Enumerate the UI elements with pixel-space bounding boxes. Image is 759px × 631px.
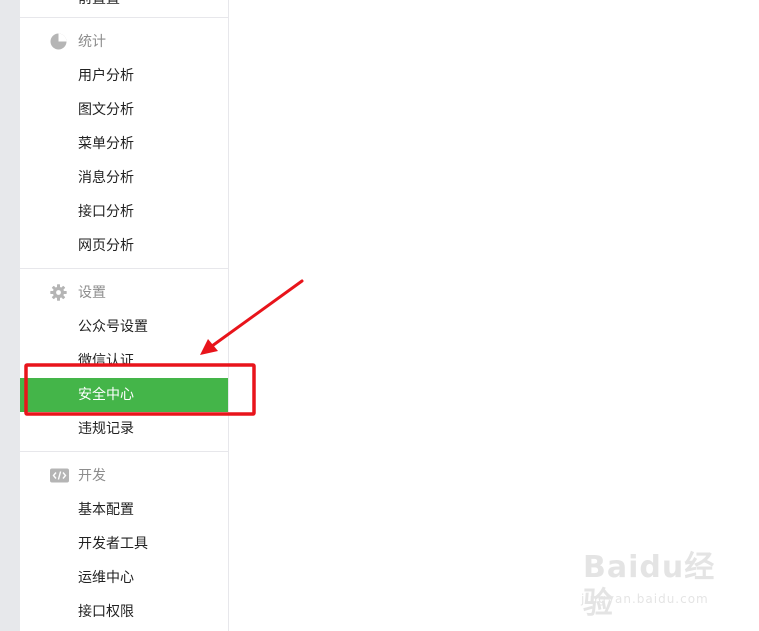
- sidebar-item-wechat-verification[interactable]: 微信认证: [20, 344, 228, 378]
- section-header-develop: 开发: [20, 459, 228, 493]
- sidebar-item-violation-records[interactable]: 违规记录: [20, 412, 228, 446]
- sidebar-item-cut-off[interactable]: 前置置: [78, 0, 120, 9]
- section-title-develop: 开发: [78, 468, 106, 484]
- sidebar-item-api-analysis[interactable]: 接口分析: [20, 195, 228, 229]
- section-header-settings: 设置: [20, 276, 228, 310]
- sidebar-item-api-permissions[interactable]: 接口权限: [20, 595, 228, 629]
- sidebar-item-webpage-analysis[interactable]: 网页分析: [20, 229, 228, 263]
- watermark-url: jingyan.baidu.com: [581, 592, 709, 606]
- section-title-settings: 设置: [78, 285, 106, 301]
- baidu-watermark: Baidu经验 jingyan.baidu.com: [575, 548, 725, 621]
- gear-icon: [50, 284, 67, 301]
- sidebar-item-basic-config[interactable]: 基本配置: [20, 493, 228, 527]
- sidebar-item-ops-center[interactable]: 运维中心: [20, 561, 228, 595]
- sidebar-item-developer-tools[interactable]: 开发者工具: [20, 527, 228, 561]
- section-divider: [20, 268, 228, 269]
- watermark-brand: Baidu经验: [583, 550, 716, 621]
- sidebar-item-menu-analysis[interactable]: 菜单分析: [20, 127, 228, 161]
- section-divider: [20, 451, 228, 452]
- sidebar-item-user-analysis[interactable]: 用户分析: [20, 59, 228, 93]
- sidebar-item-article-analysis[interactable]: 图文分析: [20, 93, 228, 127]
- pie-chart-icon: [50, 33, 67, 50]
- page: 前置置 统计 用户分析 图文分析 菜单分析 消息分析 接口分析 网页分析: [0, 0, 759, 631]
- code-icon: [50, 467, 69, 484]
- sidebar-item-message-analysis[interactable]: 消息分析: [20, 161, 228, 195]
- left-gutter: [0, 0, 20, 631]
- section-header-stats: 统计: [20, 25, 228, 59]
- section-title-stats: 统计: [78, 34, 106, 50]
- section-divider: [20, 17, 228, 18]
- sidebar-nav: 前置置 统计 用户分析 图文分析 菜单分析 消息分析 接口分析 网页分析: [20, 0, 229, 631]
- sidebar-item-security-center[interactable]: 安全中心: [20, 378, 228, 412]
- sidebar-item-account-settings[interactable]: 公众号设置: [20, 310, 228, 344]
